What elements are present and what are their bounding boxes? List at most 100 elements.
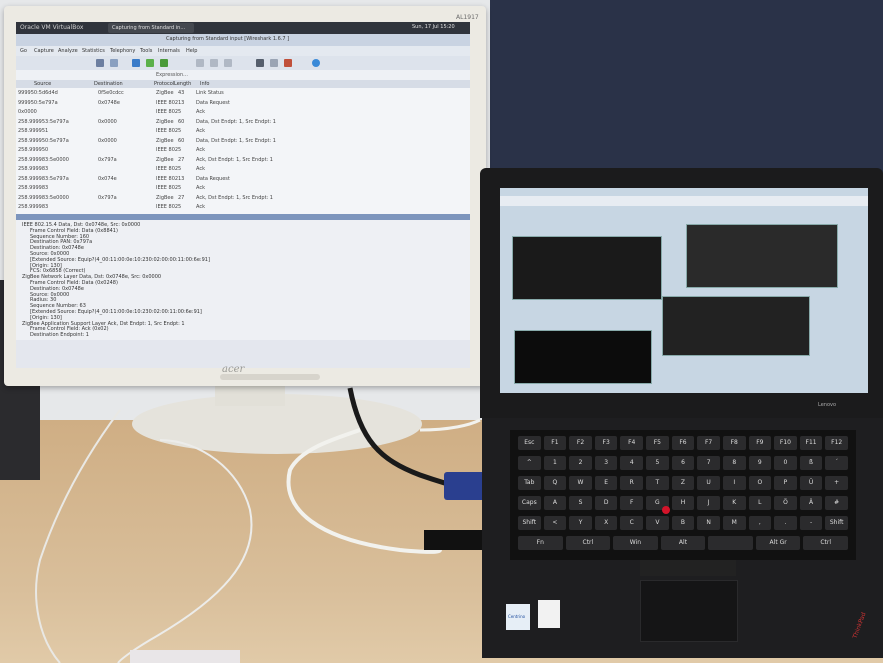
key[interactable]: Ü [799, 476, 823, 490]
key[interactable]: F1 [543, 436, 567, 450]
key[interactable]: Ö [774, 496, 797, 510]
key[interactable]: 6 [671, 456, 695, 470]
key[interactable]: V [646, 516, 669, 530]
terminal-window-1[interactable] [512, 236, 662, 300]
packet-row[interactable]: 258.999983:5e0000 0x797a ZigBee 27 Ack, Dst … [16, 195, 470, 203]
terminal-window-3[interactable] [662, 296, 810, 356]
menu-analyze[interactable]: Analyze [58, 48, 78, 54]
menu-go[interactable]: Go [20, 48, 27, 54]
key[interactable]: F11 [799, 436, 823, 450]
menu-internals[interactable]: Internals [158, 48, 180, 54]
menu-telephony[interactable]: Telephony [110, 48, 135, 54]
key[interactable]: ^ [518, 456, 541, 470]
key[interactable]: Alt Gr [755, 536, 801, 550]
key[interactable]: L [748, 496, 772, 510]
key[interactable]: 2 [569, 456, 592, 470]
key[interactable]: F3 [594, 436, 618, 450]
packet-row[interactable]: 0x0000 IEEE 802 5 Ack [16, 109, 470, 117]
packet-row[interactable]: 999950:5e797a 0x0748e IEEE 802 13 Data Reque… [16, 100, 470, 108]
key[interactable]: 4 [620, 456, 644, 470]
filter-expression-button[interactable]: Expression... [156, 72, 188, 78]
key[interactable]: S [569, 496, 592, 510]
filter-icon[interactable] [270, 59, 278, 67]
packet-row[interactable]: 258.999983:5e797a 0x074e IEEE 802 13 Data Re… [16, 176, 470, 184]
key[interactable]: # [825, 496, 848, 510]
back-icon[interactable] [132, 59, 140, 67]
col-info[interactable]: Info [200, 81, 209, 87]
preferences-icon[interactable] [284, 59, 292, 67]
key[interactable]: I [722, 476, 746, 490]
key[interactable]: 0 [774, 456, 797, 470]
col-length[interactable]: Length [174, 81, 191, 87]
key[interactable]: < [543, 516, 567, 530]
zoom-in-icon[interactable] [196, 59, 204, 67]
key[interactable]: 9 [748, 456, 772, 470]
key[interactable]: 7 [697, 456, 720, 470]
key[interactable]: Ctrl [565, 536, 611, 550]
terminal-window-2[interactable] [686, 224, 838, 288]
filter-bar[interactable] [16, 70, 470, 80]
capture-options-icon[interactable] [96, 59, 104, 67]
packet-row[interactable]: 258.999951 IEEE 802 5 Ack [16, 128, 470, 136]
key[interactable]: U [697, 476, 720, 490]
packet-row[interactable]: 258.999953:5e797a 0x0000 ZigBee 60 Data, Dst… [16, 119, 470, 127]
key[interactable]: F10 [774, 436, 797, 450]
key[interactable]: Z [671, 476, 695, 490]
key[interactable]: O [748, 476, 772, 490]
terminal-window-4[interactable] [514, 330, 652, 384]
touchpad[interactable] [640, 580, 738, 642]
key[interactable]: F6 [671, 436, 695, 450]
key[interactable]: T [646, 476, 669, 490]
packet-row[interactable]: 999950:5d6d4d 0f5e0cdcc ZigBee 43 Link Statu… [16, 90, 470, 98]
key[interactable]: M [722, 516, 746, 530]
key[interactable]: F2 [569, 436, 592, 450]
touchpad-buttons[interactable] [640, 560, 736, 576]
key[interactable]: D [594, 496, 618, 510]
col-source[interactable]: Source [34, 81, 51, 87]
key[interactable]: Shift [518, 516, 541, 530]
key[interactable]: 1 [543, 456, 567, 470]
packet-row[interactable]: 258.999950 IEEE 802 5 Ack [16, 147, 470, 155]
packet-row[interactable]: 258.999950:5e797a 0x0000 ZigBee 60 Data, Dst… [16, 138, 470, 146]
key[interactable]: Fn [518, 536, 563, 550]
menu-tools[interactable]: Tools [140, 48, 152, 54]
key[interactable]: F12 [825, 436, 848, 450]
normal-size-icon[interactable] [224, 59, 232, 67]
key[interactable]: X [594, 516, 618, 530]
col-destination[interactable]: Destination [94, 81, 123, 87]
key[interactable]: . [774, 516, 797, 530]
menu-statistics[interactable]: Statistics [82, 48, 105, 54]
key[interactable]: R [620, 476, 644, 490]
key[interactable]: 3 [594, 456, 618, 470]
key[interactable]: N [697, 516, 720, 530]
key[interactable]: F5 [646, 436, 669, 450]
key[interactable]: F [620, 496, 644, 510]
forward-icon[interactable] [146, 59, 154, 67]
packet-row[interactable]: 258.999983 IEEE 802 5 Ack [16, 166, 470, 174]
key[interactable]: Shift [825, 516, 848, 530]
key[interactable]: Tab [518, 476, 541, 490]
key[interactable]: Ctrl [803, 536, 848, 550]
packet-row[interactable]: 258.999983 IEEE 802 5 Ack [16, 204, 470, 212]
key[interactable]: Q [543, 476, 567, 490]
key[interactable]: ´ [825, 456, 848, 470]
key[interactable]: H [671, 496, 695, 510]
menu-capture[interactable]: Capture [34, 48, 54, 54]
menu-help[interactable]: Help [186, 48, 197, 54]
jump-icon[interactable] [160, 59, 168, 67]
key[interactable] [708, 536, 753, 550]
key[interactable]: A [543, 496, 567, 510]
key[interactable]: F8 [722, 436, 746, 450]
key[interactable]: + [825, 476, 848, 490]
key[interactable]: B [671, 516, 695, 530]
key[interactable]: C [620, 516, 644, 530]
coloring-icon[interactable] [256, 59, 264, 67]
zoom-out-icon[interactable] [210, 59, 218, 67]
key[interactable]: Caps [518, 496, 541, 510]
trackpoint[interactable] [662, 506, 670, 514]
help-icon[interactable] [312, 59, 320, 67]
key[interactable]: 5 [646, 456, 669, 470]
key[interactable]: W [569, 476, 592, 490]
col-protocol[interactable]: Protocol [154, 81, 174, 87]
key[interactable]: P [774, 476, 797, 490]
